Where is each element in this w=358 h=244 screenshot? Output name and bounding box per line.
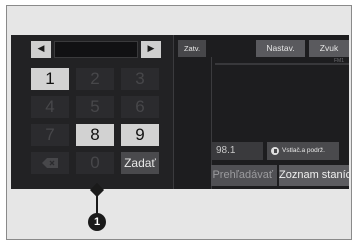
left-arrow-icon: ◀: [37, 44, 45, 54]
callout-number-badge: 1: [88, 213, 106, 231]
key-1[interactable]: 1: [31, 68, 69, 90]
radio-panel: Zatv. Nastav. Zvuk FM1 98.1 Vstlač.a pod…: [175, 35, 349, 189]
key-4: 4: [31, 96, 69, 118]
frequency-entry-display: [54, 41, 138, 58]
callout-line: [96, 189, 98, 215]
backspace-button[interactable]: [31, 152, 69, 174]
search-button[interactable]: Prehľadávať: [211, 165, 277, 186]
band-label: FM1: [334, 58, 344, 64]
enter-button[interactable]: Zadať: [121, 152, 159, 174]
store-preset-button[interactable]: Vstlač.a podrž.: [267, 142, 339, 160]
sound-button[interactable]: Zvuk: [309, 40, 349, 57]
station-info-strip: [215, 63, 349, 65]
close-button[interactable]: Zatv.: [178, 40, 206, 57]
key-0: 0: [76, 152, 114, 174]
store-preset-label: Vstlač.a podrž.: [282, 147, 325, 154]
key-6: 6: [121, 96, 159, 118]
key-9[interactable]: 9: [121, 124, 159, 146]
key-2: 2: [76, 68, 114, 90]
prev-arrow-button[interactable]: ◀: [31, 41, 51, 58]
right-arrow-icon: ▶: [147, 44, 155, 54]
store-icon: [271, 147, 279, 155]
key-7: 7: [31, 124, 69, 146]
frequency-value: 98.1: [211, 142, 263, 160]
audio-screen: ◀ ▶ 1 2 3 4 5 6 7 8 9 0 Zadať Zatv. Nast…: [11, 35, 349, 189]
key-3: 3: [121, 68, 159, 90]
key-8[interactable]: 8: [76, 124, 114, 146]
backspace-icon: [42, 158, 58, 168]
next-arrow-button[interactable]: ▶: [141, 41, 161, 58]
key-5: 5: [76, 96, 114, 118]
manual-figure-frame: ◀ ▶ 1 2 3 4 5 6 7 8 9 0 Zadať Zatv. Nast…: [6, 5, 352, 240]
direct-tune-keypad: ◀ ▶ 1 2 3 4 5 6 7 8 9 0 Zadať: [11, 35, 174, 189]
station-list-button[interactable]: Zoznam staníc: [279, 165, 349, 186]
settings-button[interactable]: Nastav.: [256, 40, 305, 57]
